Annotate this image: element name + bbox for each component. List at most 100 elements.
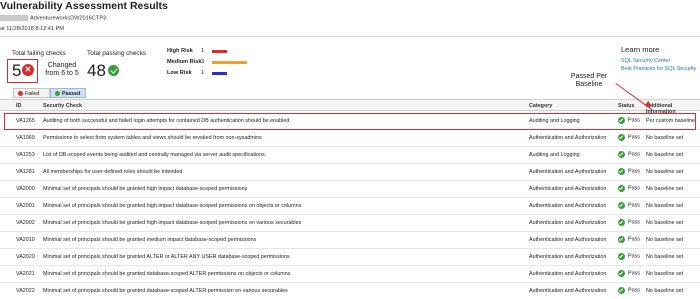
- low-risk-bar: [212, 72, 227, 75]
- callout-passed-per-baseline: Passed Per Baseline: [569, 73, 609, 89]
- high-risk-label: High Risk: [167, 48, 193, 54]
- security-check-text: Minimal set of principals should be gran…: [43, 203, 302, 209]
- pass-icon: [618, 202, 625, 209]
- check-id: VA2000: [16, 186, 35, 192]
- medium-risk-count: 3: [201, 59, 205, 65]
- sql-security-center-link[interactable]: SQL Security Center: [621, 58, 670, 64]
- col-header-check[interactable]: Security Check: [43, 103, 82, 109]
- changed-text: Changed: [47, 62, 77, 69]
- status-cell: Pass: [618, 270, 640, 277]
- additional-info-text: No baseline set: [646, 288, 684, 294]
- check-id: VA1069: [16, 135, 35, 141]
- passing-checks-label: Total passing checks: [87, 50, 146, 57]
- fail-dot-icon: [18, 91, 23, 97]
- failing-count: 5: [12, 61, 22, 80]
- category-text: Authentication and Authorization: [529, 186, 607, 192]
- security-check-text: Minimal set of principals should be gran…: [43, 271, 291, 277]
- security-check-text: Minimal set of principals should be gran…: [43, 237, 257, 243]
- status-cell: Pass: [618, 134, 640, 141]
- pass-check-icon: [108, 65, 119, 76]
- status-text: Pass: [628, 287, 640, 294]
- security-check-text: List of DB-scoped events being audited a…: [43, 152, 267, 158]
- status-text: Pass: [628, 270, 640, 277]
- divider: [0, 36, 700, 37]
- fail-icon: ✕: [22, 64, 34, 76]
- check-id: VA1281: [16, 169, 35, 175]
- status-text: Pass: [628, 185, 640, 192]
- category-text: Authentication and Authorization: [529, 169, 607, 175]
- col-header-category[interactable]: Category: [529, 103, 552, 109]
- additional-info-text: No baseline set: [646, 237, 684, 243]
- table-row[interactable]: VA2010 Minimal set of principals should b…: [0, 232, 700, 249]
- status-text: Pass: [628, 236, 640, 243]
- additional-info-text: No baseline set: [646, 203, 684, 209]
- status-cell: Pass: [618, 253, 640, 260]
- table-row[interactable]: VA2022 Minimal set of principals should b…: [0, 283, 700, 299]
- scan-date: at 11/28/2018 8:12:41 PM: [0, 26, 64, 32]
- low-risk-count: 1: [201, 70, 205, 76]
- pass-icon: [618, 253, 625, 260]
- best-practices-link[interactable]: Best Practices for SQL Security: [621, 66, 696, 72]
- category-text: Authentication and Authorization: [529, 203, 607, 209]
- additional-info-text: No baseline set: [646, 152, 684, 158]
- check-id: VA2010: [16, 237, 35, 243]
- check-id: VA1253: [16, 152, 35, 158]
- additional-info-text: No baseline set: [646, 169, 684, 175]
- status-text: Pass: [628, 134, 640, 141]
- learn-more-heading: Learn more: [621, 45, 660, 54]
- additional-info-text: No baseline set: [646, 135, 684, 141]
- check-id: VA2001: [16, 203, 35, 209]
- pass-dot-icon: [55, 91, 60, 97]
- check-id: VA2002: [16, 220, 35, 226]
- pass-icon: [618, 270, 625, 277]
- additional-info-text: No baseline set: [646, 271, 684, 277]
- low-risk-label: Low Risk: [167, 70, 192, 76]
- server-name: AdventureworksDW2016CTP3: [30, 15, 107, 22]
- medium-risk-label: Medium Risk: [167, 59, 202, 65]
- security-check-text: Permissions to select from system tables…: [43, 135, 262, 141]
- page-title: Vulnerability Assessment Results: [0, 0, 168, 12]
- status-text: Pass: [628, 151, 640, 158]
- category-text: Authentication and Authorization: [529, 271, 607, 277]
- pass-icon: [618, 151, 625, 158]
- changed-detail: from 6 to 5: [45, 70, 79, 77]
- table-row[interactable]: VA2021 Minimal set of principals should b…: [0, 266, 700, 283]
- redacted-server-name: [0, 15, 28, 21]
- callout-line1: Passed Per: [570, 73, 608, 80]
- table-row[interactable]: VA2002 Minimal set of principals should b…: [0, 215, 700, 232]
- category-text: Authentication and Authorization: [529, 237, 607, 243]
- table-row[interactable]: VA1069 Permissions to select from system …: [0, 130, 700, 147]
- tab-failed[interactable]: Failed (5): [13, 88, 50, 107]
- high-risk-count: 1: [201, 48, 205, 54]
- category-text: Auditing and Logging: [529, 152, 580, 158]
- table-row[interactable]: VA2020 Minimal set of principals should b…: [0, 249, 700, 266]
- table-row[interactable]: VA1253 List of DB-scoped events being aud…: [0, 147, 700, 164]
- table-row[interactable]: VA2000 Minimal set of principals should b…: [0, 181, 700, 198]
- pass-icon: [618, 168, 625, 175]
- status-cell: Pass: [618, 185, 640, 192]
- security-check-text: All memberships for user-defined roles s…: [43, 169, 183, 175]
- category-text: Authentication and Authorization: [529, 220, 607, 226]
- table-row[interactable]: VA1281 All memberships for user-defined r…: [0, 164, 700, 181]
- status-cell: Pass: [618, 151, 640, 158]
- check-id: VA2022: [16, 288, 35, 294]
- status-text: Pass: [628, 168, 640, 175]
- status-text: Pass: [628, 202, 640, 209]
- col-header-id[interactable]: ID: [16, 103, 21, 109]
- col-header-status[interactable]: Status: [618, 103, 634, 109]
- status-text: Pass: [628, 253, 640, 260]
- additional-info-text: No baseline set: [646, 186, 684, 192]
- server-line: AdventureworksDW2016CTP3: [0, 15, 106, 21]
- pass-icon: [618, 287, 625, 294]
- tab-passed[interactable]: Passed (48): [50, 88, 86, 107]
- security-check-text: Minimal set of principals should be gran…: [43, 186, 248, 192]
- status-cell: Pass: [618, 287, 640, 294]
- table-row[interactable]: VA2001 Minimal set of principals should b…: [0, 198, 700, 215]
- failing-checks-label: Total failing checks: [12, 50, 66, 57]
- pass-icon: [618, 219, 625, 226]
- status-cell: Pass: [618, 202, 640, 209]
- category-text: Authentication and Authorization: [529, 254, 607, 260]
- callout-line2: Baseline: [575, 81, 603, 88]
- pass-icon: [618, 185, 625, 192]
- status-cell: Pass: [618, 236, 640, 243]
